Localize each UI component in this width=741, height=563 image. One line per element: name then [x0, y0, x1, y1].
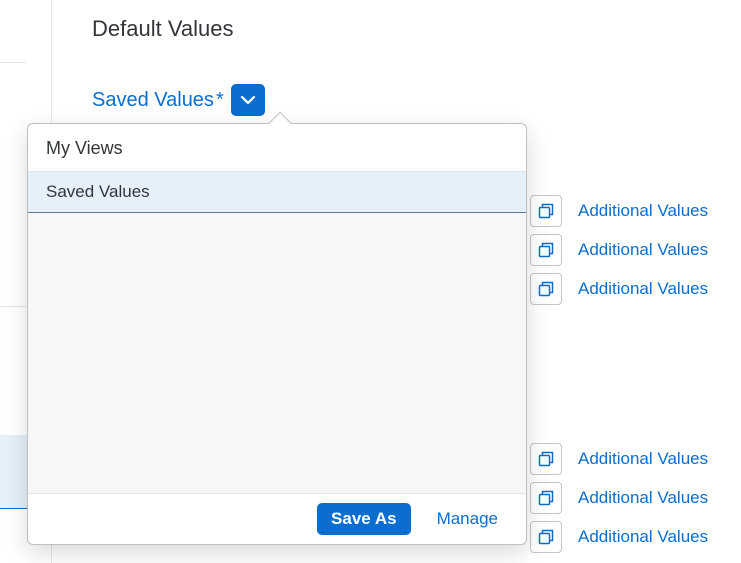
modified-indicator: *	[216, 89, 224, 112]
additional-values-link[interactable]: Additional Values	[578, 279, 708, 299]
value-help-icon	[538, 490, 554, 506]
value-help-button[interactable]	[530, 521, 562, 553]
popover-body	[28, 213, 526, 493]
value-help-button[interactable]	[530, 195, 562, 227]
additional-values-link[interactable]: Additional Values	[578, 527, 708, 547]
value-help-icon	[538, 529, 554, 545]
additional-values-link[interactable]: Additional Values	[578, 488, 708, 508]
manage-button[interactable]: Manage	[423, 503, 512, 535]
popover-list: Saved Values	[28, 172, 526, 213]
value-help-button[interactable]	[530, 482, 562, 514]
variant-title[interactable]: Saved Values	[92, 89, 214, 112]
popover-footer: Save As Manage	[28, 493, 526, 544]
page-title: Default Values	[92, 16, 233, 42]
additional-values-link[interactable]: Additional Values	[578, 449, 708, 469]
chevron-down-icon	[240, 95, 256, 105]
value-row: Additional Values	[530, 482, 708, 514]
rail-divider	[0, 306, 26, 307]
value-row: Additional Values	[530, 195, 708, 227]
value-help-button[interactable]	[530, 443, 562, 475]
value-help-icon	[538, 203, 554, 219]
save-as-button[interactable]: Save As	[317, 503, 411, 535]
variant-header: Saved Values *	[92, 84, 265, 116]
value-row: Additional Values	[530, 443, 708, 475]
additional-values-link[interactable]: Additional Values	[578, 240, 708, 260]
variant-dropdown-button[interactable]	[231, 84, 265, 116]
value-help-button[interactable]	[530, 273, 562, 305]
value-row: Additional Values	[530, 521, 708, 553]
rail-divider	[0, 62, 26, 63]
variant-popover: My Views Saved Values Save As Manage	[27, 123, 527, 545]
value-help-icon	[538, 281, 554, 297]
value-help-icon	[538, 451, 554, 467]
additional-values-link[interactable]: Additional Values	[578, 201, 708, 221]
popover-list-item[interactable]: Saved Values	[28, 172, 526, 213]
value-help-button[interactable]	[530, 234, 562, 266]
value-help-icon	[538, 242, 554, 258]
value-row: Additional Values	[530, 273, 708, 305]
value-row: Additional Values	[530, 234, 708, 266]
